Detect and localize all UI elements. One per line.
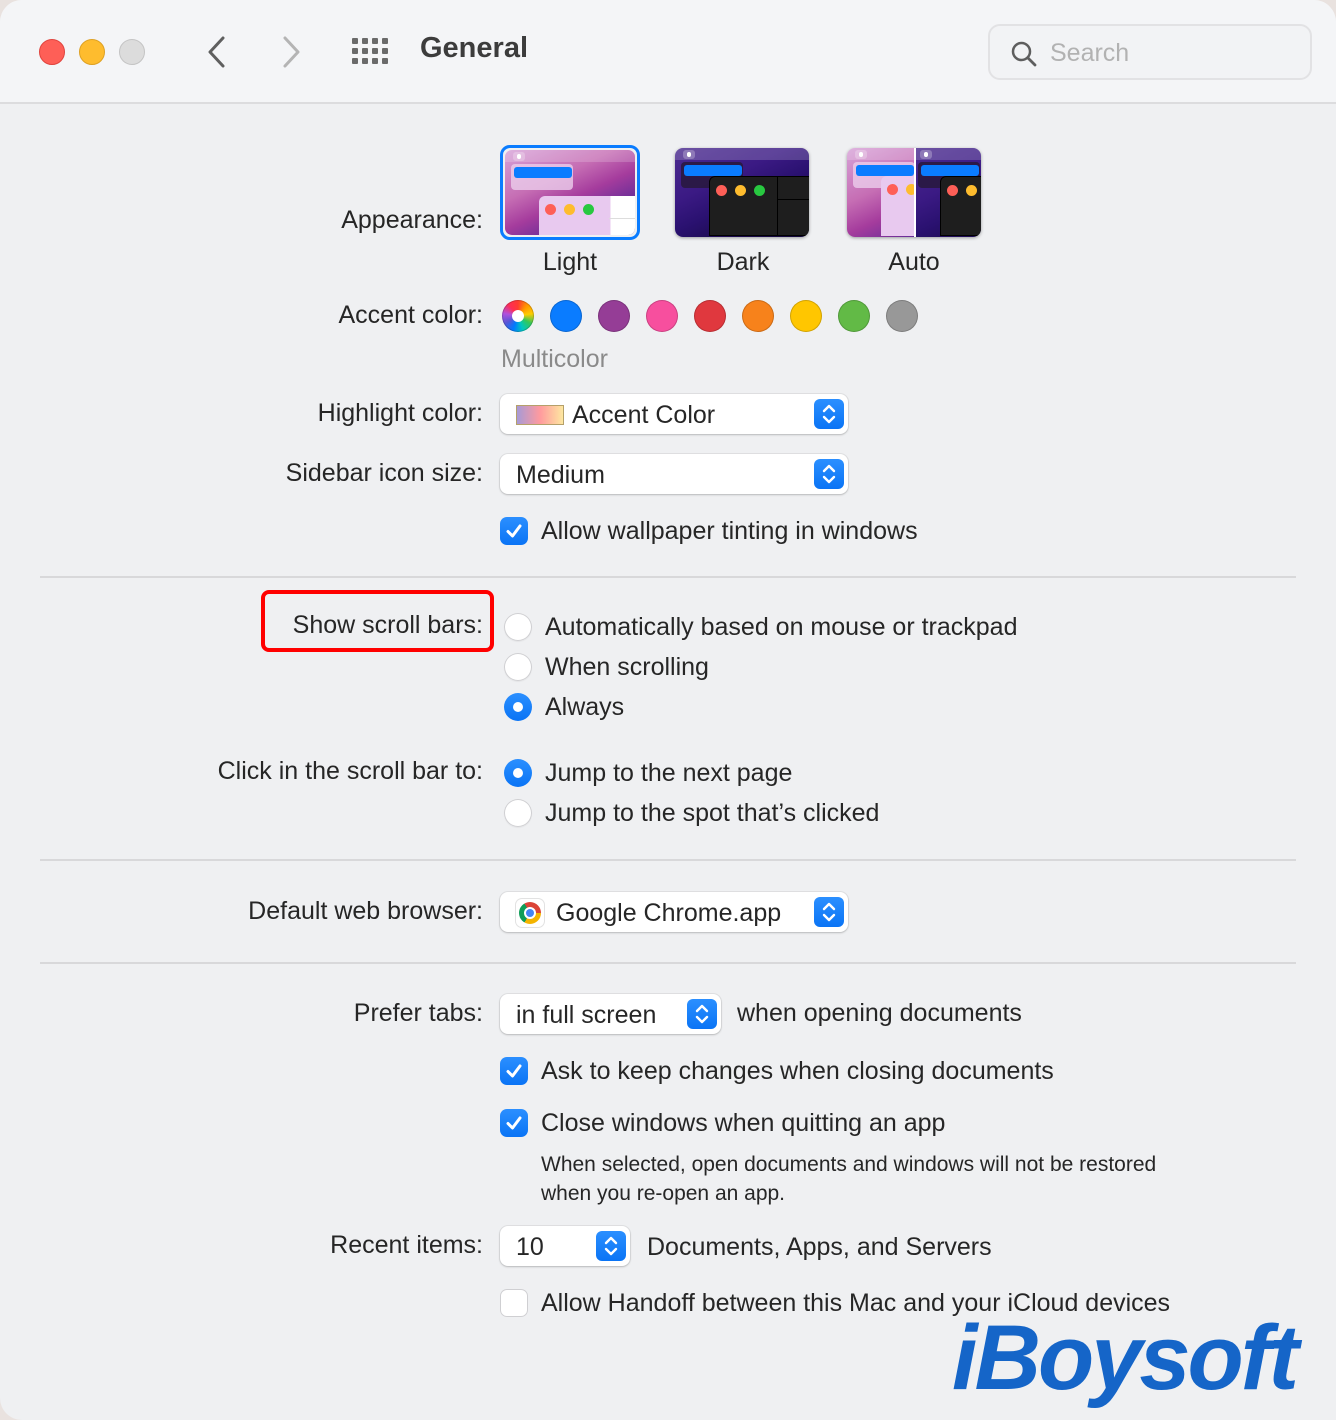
sidebar-icon-size-select[interactable]: Medium [500, 454, 848, 494]
recent-items-value: 10 [516, 1233, 544, 1261]
updown-arrows-icon [814, 459, 844, 489]
section-divider [40, 859, 1296, 861]
appearance-dark-option[interactable] [675, 148, 809, 237]
recent-items-select[interactable]: 10 [500, 1226, 630, 1266]
chevron-right-icon [283, 36, 300, 68]
search-input[interactable] [1050, 34, 1300, 72]
accent-swatch-green[interactable] [838, 300, 870, 332]
recent-items-suffix: Documents, Apps, and Servers [647, 1233, 992, 1261]
appearance-auto-option[interactable] [847, 148, 981, 237]
forward-button[interactable] [276, 34, 306, 70]
accent-swatch-purple[interactable] [598, 300, 630, 332]
appearance-light-option[interactable] [500, 145, 640, 240]
scroll-bars-when-scrolling-radio[interactable] [504, 653, 532, 681]
section-divider [40, 576, 1296, 578]
title-bar: General [0, 0, 1336, 104]
zoom-window-button[interactable] [119, 39, 145, 65]
appearance-auto-label: Auto [888, 248, 940, 276]
appearance-dark-label: Dark [716, 248, 770, 276]
default-browser-select[interactable]: Google Chrome.app [500, 892, 848, 932]
prefer-tabs-select[interactable]: in full screen [500, 994, 721, 1034]
close-windows-note-line1: When selected, open documents and window… [541, 1153, 1157, 1176]
minimize-window-button[interactable] [79, 39, 105, 65]
search-field[interactable] [988, 24, 1312, 80]
jump-next-page-radio[interactable] [504, 759, 532, 787]
appearance-label: Appearance: [341, 206, 483, 234]
prefer-tabs-label: Prefer tabs: [353, 999, 483, 1027]
light-preview-image [505, 150, 635, 235]
checkmark-icon [506, 1064, 522, 1078]
prefer-tabs-value: in full screen [516, 1001, 657, 1029]
close-window-button[interactable] [39, 39, 65, 65]
scroll-bars-automatic-radio[interactable] [504, 613, 532, 641]
handoff-checkbox[interactable] [500, 1289, 528, 1317]
accent-swatch-graphite[interactable] [886, 300, 918, 332]
highlight-color-label: Highlight color: [317, 399, 483, 427]
chevron-left-icon [208, 36, 225, 68]
accent-swatch-orange[interactable] [742, 300, 774, 332]
updown-arrows-icon [814, 897, 844, 927]
close-windows-note-line2: when you re-open an app. [541, 1182, 786, 1205]
accent-swatch-blue[interactable] [550, 300, 582, 332]
click-scroll-bar-label: Click in the scroll bar to: [217, 757, 483, 785]
show-scroll-bars-label: Show scroll bars: [292, 611, 483, 639]
highlight-color-select[interactable]: Accent Color [500, 394, 848, 434]
accent-swatch-pink[interactable] [646, 300, 678, 332]
checkmark-icon [506, 524, 522, 538]
accent-swatch-red[interactable] [694, 300, 726, 332]
highlight-color-preview [516, 405, 564, 425]
scroll-bars-when-scrolling-label: When scrolling [545, 653, 709, 681]
default-browser-label: Default web browser: [248, 897, 483, 925]
updown-arrows-icon [814, 399, 844, 429]
back-button[interactable] [202, 34, 232, 70]
accent-color-name: Multicolor [501, 345, 608, 373]
jump-next-page-label: Jump to the next page [545, 759, 793, 787]
scroll-bars-always-label: Always [545, 693, 625, 721]
wallpaper-tinting-checkbox[interactable] [500, 517, 528, 545]
accent-swatch-yellow[interactable] [790, 300, 822, 332]
checkmark-icon [506, 1116, 522, 1130]
recent-items-label: Recent items: [330, 1231, 483, 1259]
updown-arrows-icon [596, 1231, 626, 1261]
default-browser-value: Google Chrome.app [556, 899, 782, 927]
dark-preview-image [675, 148, 809, 237]
jump-spot-clicked-label: Jump to the spot that’s clicked [545, 799, 880, 827]
handoff-label: Allow Handoff between this Mac and your … [541, 1289, 1171, 1317]
ask-keep-changes-label: Ask to keep changes when closing documen… [541, 1057, 1054, 1085]
scroll-bars-always-radio[interactable] [504, 693, 532, 721]
updown-arrows-icon [687, 999, 717, 1029]
apple-logo-icon [513, 152, 525, 161]
search-icon [1011, 41, 1037, 67]
iboysoft-watermark: iBoysoft [952, 1307, 1299, 1409]
highlight-color-value: Accent Color [572, 401, 716, 429]
close-windows-label: Close windows when quitting an app [541, 1109, 946, 1137]
ask-keep-changes-checkbox[interactable] [500, 1057, 528, 1085]
show-all-button[interactable] [352, 38, 390, 66]
sidebar-icon-size-label: Sidebar icon size: [285, 459, 483, 487]
window-title: General [420, 32, 528, 64]
appearance-light-label: Light [542, 248, 598, 276]
jump-spot-clicked-radio[interactable] [504, 799, 532, 827]
prefer-tabs-suffix: when opening documents [737, 999, 1022, 1027]
accent-color-label: Accent color: [338, 301, 483, 329]
system-preferences-window: General Appearance: [0, 0, 1336, 1420]
chrome-app-icon [516, 899, 544, 927]
wallpaper-tinting-label: Allow wallpaper tinting in windows [541, 517, 918, 545]
scroll-bars-automatic-label: Automatically based on mouse or trackpad [545, 613, 1018, 641]
apple-logo-icon [683, 150, 695, 159]
close-windows-checkbox[interactable] [500, 1109, 528, 1137]
section-divider [40, 962, 1296, 964]
accent-swatch-multicolor[interactable] [502, 300, 534, 332]
auto-preview-image [847, 148, 981, 237]
sidebar-icon-size-value: Medium [516, 461, 605, 489]
